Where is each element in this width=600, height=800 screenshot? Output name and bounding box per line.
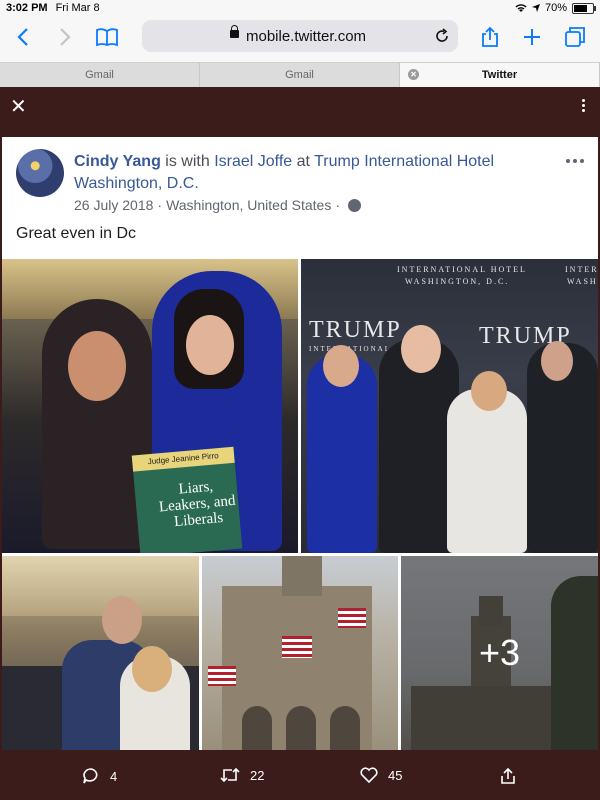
forward-icon[interactable]: [50, 22, 80, 52]
meta-separator: ·: [335, 197, 340, 213]
tweet-actions: 4 22 45: [0, 750, 600, 800]
heart-icon: [360, 767, 378, 783]
sign-city: WASHINGTON, D.C.: [405, 277, 510, 286]
retweet-count: 22: [250, 767, 265, 783]
avatar: [16, 149, 64, 197]
more-photos-count: +3: [478, 632, 521, 673]
like-count: 45: [388, 767, 403, 783]
tab-label: Twitter: [481, 69, 518, 81]
media-viewer-header: ✕: [0, 87, 600, 137]
post-image[interactable]: Cindy Yang is with Israel Joffe at Trump…: [2, 137, 598, 750]
post-location: Washington, United States: [166, 197, 332, 213]
tab-label: Gmail: [285, 69, 314, 81]
status-date: Fri Mar 8: [55, 2, 100, 14]
share-tweet-button[interactable]: [500, 767, 516, 785]
address-bar[interactable]: mobile.twitter.com: [142, 20, 458, 52]
post-text: Great even in Dc: [16, 225, 137, 242]
at-text: at: [296, 153, 310, 170]
wifi-icon: [515, 4, 527, 12]
share-icon[interactable]: [475, 22, 505, 52]
bookmarks-icon[interactable]: [92, 22, 122, 52]
sign-right: INTERNA: [565, 265, 598, 274]
book-title: Liars, Leakers, and Liberals: [158, 478, 237, 531]
url-text: mobile.twitter.com: [246, 28, 367, 45]
retweet-button[interactable]: 22: [220, 767, 264, 783]
tab-gmail-2[interactable]: Gmail: [200, 63, 400, 87]
status-bar: 3:02 PM Fri Mar 8 70%: [0, 0, 600, 16]
tab-twitter[interactable]: ✕ Twitter: [400, 63, 600, 87]
new-tab-icon[interactable]: [517, 22, 547, 52]
author-name: Cindy Yang: [74, 153, 161, 170]
sign-brand: TRUMP: [309, 317, 402, 343]
reply-icon: [83, 768, 98, 784]
reply-count: 4: [110, 768, 118, 784]
reply-button[interactable]: 4: [82, 767, 117, 785]
tagged-person: Israel Joffe: [214, 153, 293, 170]
post-meta: 26 July 2018 · Washington, United States…: [74, 197, 361, 213]
tab-label: Gmail: [85, 69, 114, 81]
tabs-overview-icon[interactable]: [560, 22, 590, 52]
status-time: 3:02 PM Fri Mar 8: [6, 2, 100, 14]
browser-toolbar: mobile.twitter.com: [0, 16, 600, 62]
book: Judge Jeanine Pirro Liars, Leakers, and …: [131, 446, 243, 553]
lock-icon: [230, 25, 239, 38]
share-tweet-icon: [501, 767, 515, 784]
photo-hotel-facade: [202, 556, 398, 750]
with-text: is with: [165, 153, 210, 170]
battery-icon: [572, 2, 596, 14]
tab-gmail-1[interactable]: Gmail: [0, 63, 200, 87]
post-header: Cindy Yang is with Israel Joffe at Trump…: [74, 151, 544, 195]
battery-percent: 70%: [544, 2, 567, 14]
photo-women-with-book: Judge Jeanine Pirro Liars, Leakers, and …: [2, 259, 298, 553]
post-more-icon: [566, 159, 584, 163]
location-icon: [531, 4, 540, 12]
tab-bar: Gmail Gmail ✕ Twitter: [0, 62, 600, 87]
close-icon[interactable]: ✕: [10, 97, 27, 117]
reload-icon[interactable]: [434, 28, 450, 44]
close-tab-icon[interactable]: ✕: [408, 69, 419, 80]
back-icon[interactable]: [8, 22, 38, 52]
photo-crowd: [2, 556, 199, 750]
globe-icon: [348, 198, 361, 212]
meta-separator: ·: [157, 197, 163, 213]
photo-group-trump-sign: INTERNATIONAL HOTEL WASHINGTON, D.C. TRU…: [301, 259, 598, 553]
post-date: 26 July 2018: [74, 197, 154, 213]
retweet-icon: [220, 767, 240, 783]
like-button[interactable]: 45: [360, 767, 402, 783]
more-options-icon[interactable]: [582, 99, 586, 114]
photo-clock-tower[interactable]: +3: [401, 556, 598, 750]
sign-right-2: WASHI: [567, 277, 598, 286]
sign-hotel: INTERNATIONAL HOTEL: [397, 265, 527, 274]
